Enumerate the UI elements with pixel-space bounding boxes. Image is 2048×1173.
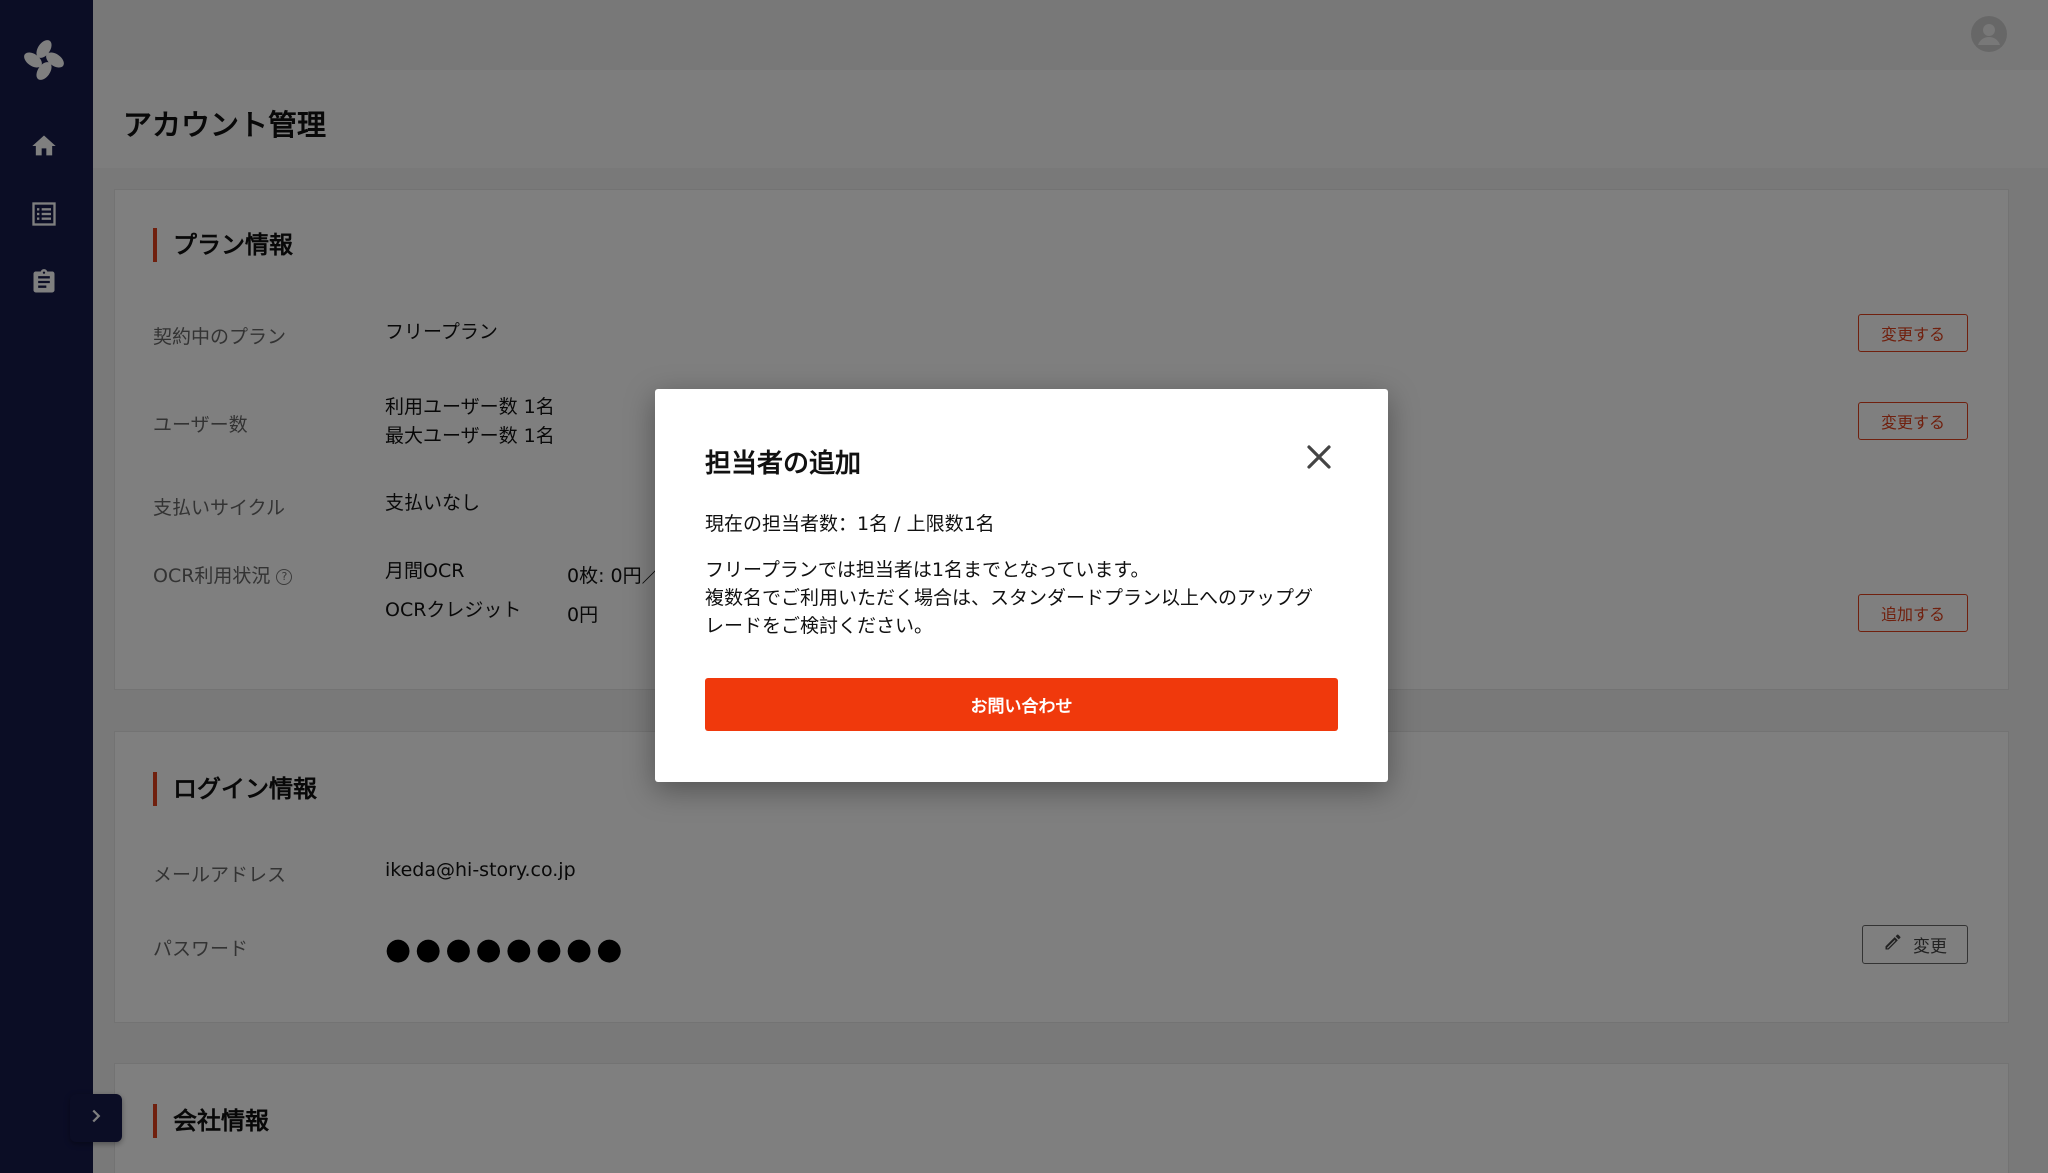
modal-title: 担当者の追加 <box>705 449 862 479</box>
modal-message-line: 複数名でご利用いただく場合は、スタンダードプラン以上へのアップグ <box>705 587 1314 609</box>
modal-message-line: レードをご検討ください。 <box>705 615 934 637</box>
close-icon[interactable] <box>1303 441 1335 473</box>
add-assignee-modal: 担当者の追加 現在の担当者数：1名 / 上限数1名 フリープランでは担当者は1名… <box>655 389 1388 782</box>
contact-button[interactable]: お問い合わせ <box>705 678 1338 731</box>
modal-message-line: フリープランでは担当者は1名までとなっています。 <box>705 559 1150 581</box>
modal-message: フリープランでは担当者は1名までとなっています。 複数名でご利用いただく場合は、… <box>705 556 1345 640</box>
assignee-count-text: 現在の担当者数：1名 / 上限数1名 <box>705 513 995 535</box>
